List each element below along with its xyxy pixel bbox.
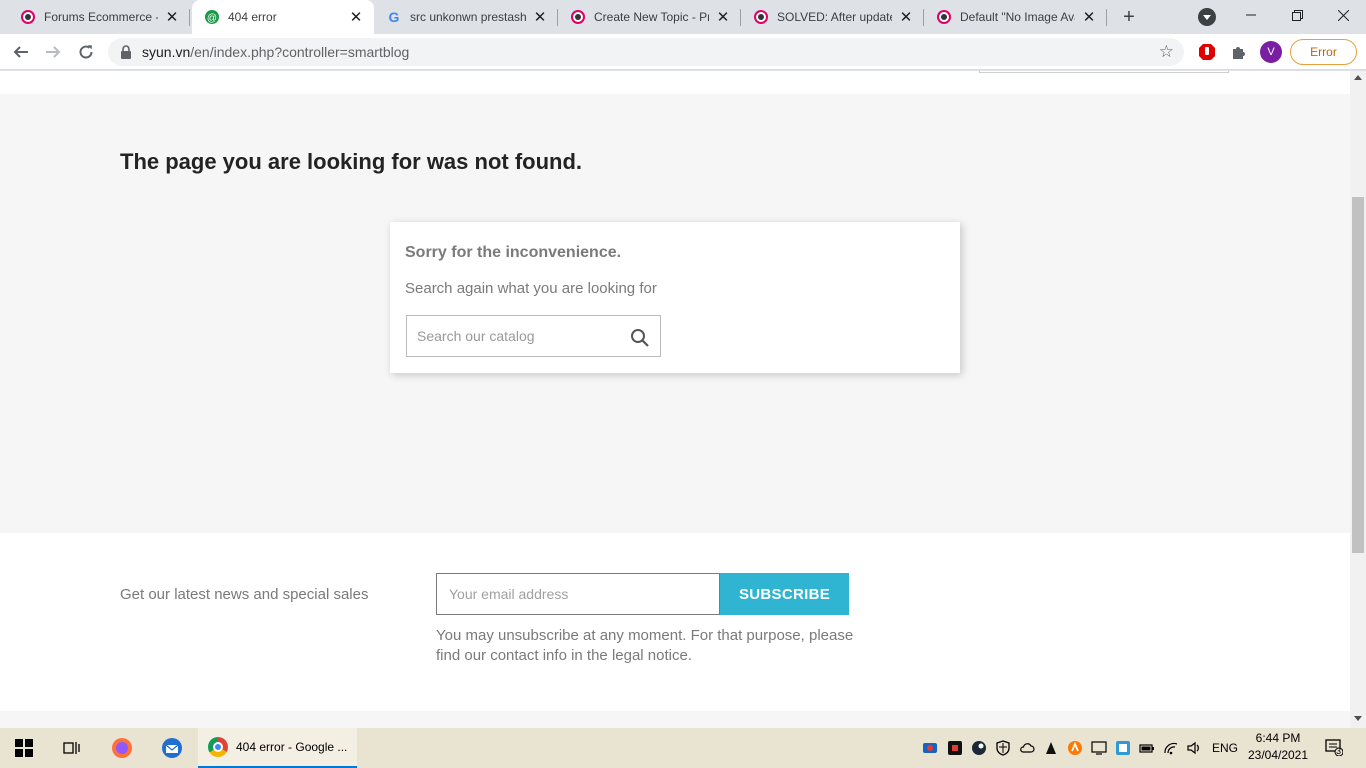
thunderbird-icon[interactable] (148, 728, 196, 768)
onedrive-cloud-icon[interactable] (1019, 740, 1035, 756)
steam-icon[interactable] (971, 740, 987, 756)
svg-text:G: G (389, 9, 400, 25)
new-tab-plus-icon[interactable]: + (1117, 5, 1141, 29)
scroll-thumb[interactable] (1352, 197, 1364, 553)
bookmark-star-icon[interactable]: ☆ (1159, 42, 1174, 62)
footer-bottom-strip (0, 711, 1350, 728)
minimize-icon[interactable] (1228, 0, 1274, 30)
tab-title: src unkonwn prestasho (410, 10, 526, 24)
chrome-icon (208, 737, 228, 757)
tab-solved[interactable]: SOLVED: After update ✕ (741, 0, 924, 34)
system-clock[interactable]: 6:44 PM 23/04/2021 (1240, 730, 1316, 764)
site-header (0, 71, 1350, 94)
battery-icon[interactable] (1139, 740, 1155, 756)
avast-icon[interactable] (1067, 740, 1083, 756)
prestashop-favicon-icon (753, 9, 769, 25)
tray-app-icon[interactable] (1043, 740, 1059, 756)
scroll-up-arrow-icon[interactable] (1354, 75, 1362, 80)
newsletter-footer: Get our latest news and special sales SU… (0, 533, 1350, 711)
tab-close-icon[interactable]: ✕ (1081, 9, 1097, 26)
windows-start-icon[interactable] (0, 728, 48, 768)
clock-date: 23/04/2021 (1247, 748, 1309, 762)
url-path: /en/index.php?controller=smartblog (190, 44, 410, 60)
shield-icon[interactable] (995, 740, 1011, 756)
tray-app-icon[interactable] (947, 740, 963, 756)
site-favicon-icon: @ (204, 9, 220, 25)
prestashop-favicon-icon (570, 9, 586, 25)
windows-taskbar: 404 error - Google ... ENG 6:44 PM 23/04… (0, 728, 1366, 768)
page-viewport: The page you are looking for was not fou… (0, 71, 1366, 728)
address-bar[interactable]: syun.vn/en/index.php?controller=smartblo… (108, 38, 1184, 66)
close-window-icon[interactable] (1320, 0, 1366, 30)
browser-error-button[interactable]: Error (1290, 39, 1357, 65)
tab-create-topic[interactable]: Create New Topic - Pre ✕ (558, 0, 741, 34)
tab-separator (1106, 9, 1107, 26)
taskbar-chrome-window[interactable]: 404 error - Google ... (198, 728, 357, 768)
reload-icon[interactable] (73, 39, 99, 65)
page-scrollbar[interactable] (1350, 71, 1366, 728)
url-text: syun.vn/en/index.php?controller=smartblo… (142, 44, 409, 60)
extensions-puzzle-icon[interactable] (1228, 41, 1250, 63)
tab-title: Forums Ecommerce - P (44, 10, 158, 24)
tab-title: SOLVED: After update (777, 10, 892, 24)
tray-app-icon[interactable] (1115, 740, 1131, 756)
newsletter-email-field (436, 573, 720, 615)
taskbar-app-label: 404 error - Google ... (236, 740, 348, 754)
search-icon[interactable] (630, 328, 650, 348)
not-found-card: Sorry for the inconvenience. Search agai… (390, 222, 960, 373)
card-text: Search again what you are looking for (405, 280, 657, 297)
subscribe-button[interactable]: SUBSCRIBE (720, 573, 849, 615)
tab-strip: Forums Ecommerce - P ✕ @ 404 error ✕ G s… (0, 0, 1366, 34)
newsletter-label: Get our latest news and special sales (120, 586, 369, 603)
header-search-box-edge[interactable] (979, 71, 1229, 73)
forward-arrow-icon[interactable] (40, 39, 66, 65)
firefox-icon[interactable] (98, 728, 146, 768)
email-input[interactable] (437, 574, 719, 614)
url-host: syun.vn (142, 44, 191, 60)
card-heading: Sorry for the inconvenience. (405, 244, 622, 261)
tray-app-icon[interactable] (922, 740, 938, 756)
clock-time: 6:44 PM (1255, 731, 1301, 745)
catalog-search-widget (406, 315, 661, 357)
tab-separator (189, 9, 190, 26)
tab-close-icon[interactable]: ✕ (898, 9, 914, 26)
tab-close-icon[interactable]: ✕ (348, 9, 364, 26)
task-view-icon[interactable] (48, 728, 96, 768)
browser-toolbar: syun.vn/en/index.php?controller=smartblo… (0, 34, 1366, 70)
tab-close-icon[interactable]: ✕ (532, 9, 548, 26)
tab-title: Default "No Image Ava (960, 10, 1075, 24)
notification-center-icon[interactable]: 3 (1325, 738, 1344, 757)
lock-icon (121, 45, 131, 59)
tab-404-error[interactable]: @ 404 error ✕ (192, 0, 374, 34)
prestashop-favicon-icon (936, 9, 952, 25)
svg-text:@: @ (207, 13, 217, 24)
display-icon[interactable] (1091, 740, 1107, 756)
prestashop-favicon-icon (20, 9, 36, 25)
language-indicator[interactable]: ENG (1212, 741, 1238, 755)
adblock-extension-icon[interactable] (1196, 41, 1218, 63)
back-arrow-icon[interactable] (8, 39, 34, 65)
notification-count: 3 (1336, 746, 1342, 756)
tab-search-icon[interactable] (1198, 8, 1216, 26)
tab-forums[interactable]: Forums Ecommerce - P ✕ (0, 0, 190, 34)
main-content: The page you are looking for was not fou… (0, 94, 1350, 533)
page-title: The page you are looking for was not fou… (120, 149, 583, 174)
tab-default-no-image[interactable]: Default "No Image Ava ✕ (924, 0, 1107, 34)
unsubscribe-note: You may unsubscribe at any moment. For t… (436, 627, 854, 664)
scroll-down-arrow-icon[interactable] (1354, 716, 1362, 721)
wifi-icon[interactable] (1163, 740, 1179, 756)
volume-icon[interactable] (1186, 740, 1202, 756)
profile-avatar[interactable]: V (1260, 41, 1282, 63)
tab-title: Create New Topic - Pre (594, 10, 709, 24)
google-favicon-icon: G (386, 9, 402, 25)
tab-close-icon[interactable]: ✕ (164, 9, 180, 26)
catalog-search-input[interactable] (407, 316, 627, 356)
tab-close-icon[interactable]: ✕ (715, 9, 731, 26)
restore-icon[interactable] (1274, 0, 1320, 30)
tab-google-search[interactable]: G src unkonwn prestasho ✕ (374, 0, 558, 34)
tab-title: 404 error (228, 10, 277, 24)
